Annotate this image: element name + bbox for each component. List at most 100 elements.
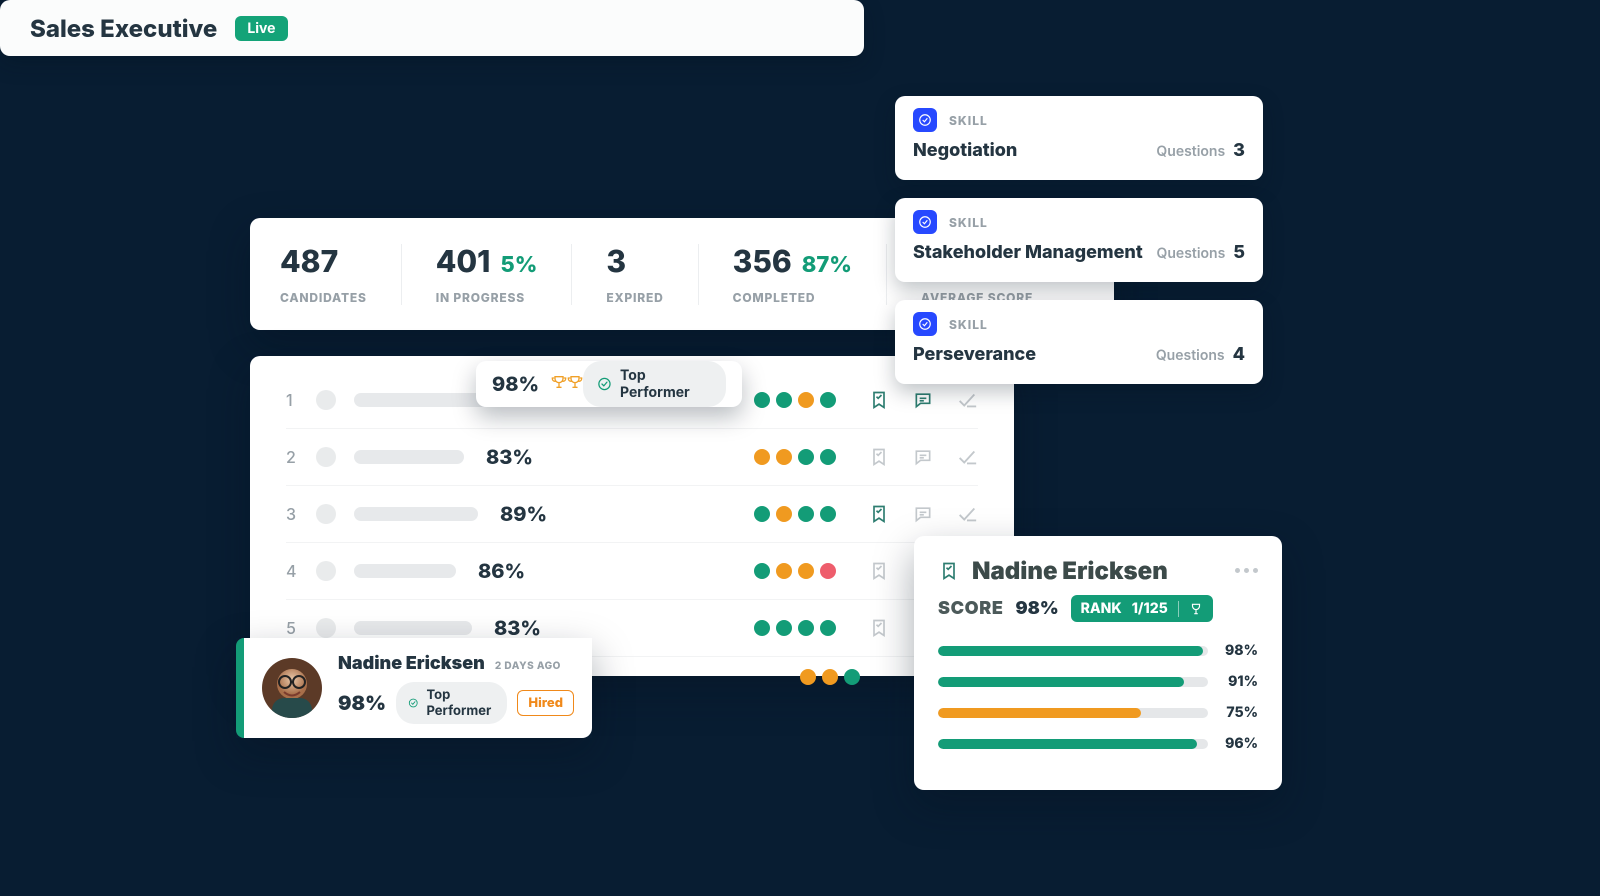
score-value: 83%	[494, 616, 542, 640]
candidate-name: Nadine Ericksen	[972, 556, 1168, 585]
metric-bar-row: 91%	[938, 673, 1258, 690]
metric-value: 91%	[1220, 673, 1258, 690]
metric-value: 98%	[1220, 642, 1258, 659]
row-actions	[868, 503, 978, 525]
stat-value: 3	[606, 244, 626, 280]
questions-count: 3	[1233, 140, 1245, 161]
stat: 3 EXPIRED	[572, 244, 698, 305]
stat-value: 401	[436, 244, 491, 280]
status-dots	[754, 620, 836, 636]
name-placeholder	[354, 393, 492, 407]
row-actions	[868, 389, 978, 411]
top-performer-badge: Top Performer	[583, 361, 726, 407]
stat-value: 356	[733, 244, 792, 280]
row-actions	[868, 446, 978, 468]
bookmark-icon[interactable]	[868, 446, 890, 468]
status-dot	[798, 449, 814, 465]
skill-name: Negotiation	[913, 140, 1017, 161]
rank-number: 5	[286, 618, 306, 638]
bookmark-icon[interactable]	[868, 389, 890, 411]
approve-icon[interactable]	[956, 389, 978, 411]
skill-icon	[913, 210, 937, 234]
status-dot	[754, 563, 770, 579]
stat-value: 487	[280, 244, 338, 280]
questions-label: Questions	[1157, 245, 1226, 262]
skill-card[interactable]: SKILLNegotiationQuestions3	[895, 96, 1263, 180]
status-dots	[754, 563, 836, 579]
stat-pct: 87%	[802, 252, 852, 278]
status-dots	[754, 449, 836, 465]
rank-number: 2	[286, 447, 306, 467]
table-row[interactable]: 2 83%	[286, 429, 978, 486]
table-row[interactable]: 3 89%	[286, 486, 978, 543]
top-performer-popover: 98% Top Performer	[476, 361, 742, 407]
table-row[interactable]: 486%	[286, 543, 978, 600]
skill-label: SKILL	[949, 317, 988, 332]
status-dot	[754, 449, 770, 465]
rank-number: 1	[286, 390, 306, 410]
metric-bar	[938, 739, 1208, 749]
metric-bar	[938, 646, 1208, 656]
metric-value: 75%	[1220, 704, 1258, 721]
status-badge: Live	[235, 16, 287, 41]
comment-icon[interactable]	[912, 503, 934, 525]
candidate-detail-card: Nadine Ericksen SCORE 98% RANK 1/125 98%…	[914, 536, 1282, 790]
metric-value: 96%	[1220, 735, 1258, 752]
status-dot	[798, 506, 814, 522]
more-menu-icon[interactable]	[1235, 568, 1258, 573]
rank-number: 3	[286, 504, 306, 524]
bookmark-icon[interactable]	[868, 617, 890, 639]
status-dot	[776, 506, 792, 522]
skill-card[interactable]: SKILLPerseveranceQuestions4	[895, 300, 1263, 384]
status-dot	[820, 392, 836, 408]
skill-card[interactable]: SKILL Stakeholder Management Questions 5	[895, 198, 1263, 282]
skill-label: SKILL	[949, 113, 988, 128]
skill-label: SKILL	[949, 215, 988, 230]
approve-icon[interactable]	[956, 446, 978, 468]
status-dot	[822, 669, 838, 685]
comment-icon[interactable]	[912, 389, 934, 411]
status-dot	[754, 620, 770, 636]
status-dot	[776, 563, 792, 579]
avatar-placeholder	[316, 618, 336, 638]
trophy-icon	[567, 374, 583, 394]
skill-name: Stakeholder Management	[913, 242, 1143, 263]
stat-pct: 5%	[500, 252, 537, 278]
status-dot	[820, 563, 836, 579]
score-value: 83%	[486, 445, 534, 469]
candidate-mini-card[interactable]: Nadine Ericksen 2 DAYS AGO 98% Top Perfo…	[236, 638, 592, 738]
name-placeholder	[354, 450, 464, 464]
avatar-placeholder	[316, 504, 336, 524]
avatar-placeholder	[316, 561, 336, 581]
score-label: SCORE	[938, 598, 1003, 619]
top-performer-badge: Top Performer	[396, 682, 507, 724]
top-score: 98%	[492, 372, 539, 396]
score-value: 89%	[500, 502, 548, 526]
stat-label: IN PROGRESS	[436, 290, 538, 305]
approve-icon[interactable]	[956, 503, 978, 525]
status-dots	[754, 506, 836, 522]
comment-icon[interactable]	[912, 446, 934, 468]
status-dot	[820, 449, 836, 465]
status-dot	[844, 669, 860, 685]
status-dots	[800, 669, 860, 685]
accent-stripe	[236, 638, 244, 738]
questions-count: 5	[1233, 242, 1245, 263]
skill-name: Perseverance	[913, 344, 1036, 365]
status-dot	[798, 392, 814, 408]
bookmark-icon[interactable]	[868, 560, 890, 582]
avatar	[262, 658, 322, 718]
metric-bar-row: 98%	[938, 642, 1258, 659]
role-header-card: Sales Executive Live	[0, 0, 864, 56]
metric-bar-row: 75%	[938, 704, 1258, 721]
bookmark-icon[interactable]	[868, 503, 890, 525]
bookmark-icon[interactable]	[938, 560, 960, 582]
stat-label: EXPIRED	[606, 290, 663, 305]
trophy-icon	[551, 374, 567, 394]
stat-label: CANDIDATES	[280, 290, 367, 305]
skill-icon	[913, 312, 937, 336]
status-dot	[798, 563, 814, 579]
status-dot	[820, 506, 836, 522]
stat-label: COMPLETED	[733, 290, 852, 305]
score-value: 98%	[1015, 598, 1058, 619]
